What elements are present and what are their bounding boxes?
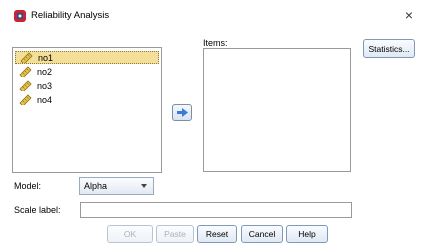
- model-value: Alpha: [84, 181, 108, 191]
- items-list[interactable]: [203, 48, 351, 172]
- variable-label: no2: [37, 66, 53, 77]
- reset-button[interactable]: Reset: [197, 225, 237, 243]
- list-item-no3[interactable]: no3: [15, 79, 159, 92]
- chevron-down-icon: [141, 184, 147, 188]
- scale-label-input[interactable]: [80, 202, 352, 218]
- help-button[interactable]: Help: [286, 225, 328, 243]
- arrow-right-icon: [176, 108, 188, 117]
- model-label: Model:: [14, 181, 42, 191]
- title-bar: Reliability Analysis ×: [0, 0, 424, 32]
- variable-label: no4: [37, 94, 53, 105]
- scale-variable-icon: [20, 52, 33, 63]
- scale-variable-icon: [19, 80, 32, 91]
- variable-label: no3: [37, 80, 53, 91]
- cancel-button[interactable]: Cancel: [241, 225, 283, 243]
- window-title: Reliability Analysis: [31, 10, 110, 21]
- variable-list[interactable]: no1 no2 no3 no4: [12, 47, 162, 173]
- list-item-no1[interactable]: no1: [15, 51, 159, 64]
- list-item-no4[interactable]: no4: [15, 93, 159, 106]
- paste-button[interactable]: Paste: [156, 225, 194, 243]
- scale-variable-icon: [19, 94, 32, 105]
- model-select[interactable]: Alpha: [79, 177, 154, 195]
- close-icon: ×: [404, 7, 414, 23]
- spss-app-icon: [14, 10, 26, 22]
- move-to-items-button[interactable]: [172, 104, 192, 121]
- close-button[interactable]: ×: [400, 6, 418, 24]
- variable-label: no1: [38, 52, 54, 63]
- statistics-button[interactable]: Statistics...: [363, 39, 415, 58]
- ok-button[interactable]: OK: [107, 225, 153, 243]
- scale-label-label: Scale label:: [14, 205, 61, 215]
- items-label: Items:: [203, 38, 228, 48]
- list-item-no2[interactable]: no2: [15, 65, 159, 78]
- scale-variable-icon: [19, 66, 32, 77]
